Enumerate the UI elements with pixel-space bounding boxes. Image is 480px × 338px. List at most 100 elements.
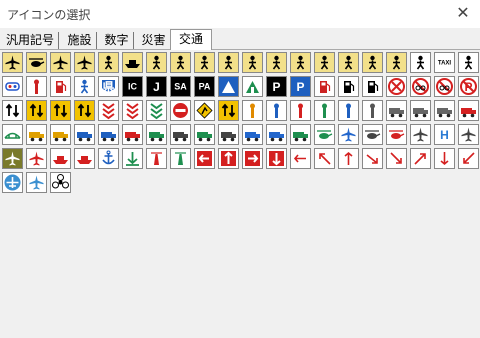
arrow-down-thin-icon[interactable] (434, 148, 455, 169)
rest-area-icon[interactable] (242, 76, 263, 97)
rescue-helicopter-icon[interactable] (386, 124, 407, 145)
wrecker-icon[interactable] (170, 124, 191, 145)
guide-pole-icon[interactable] (242, 100, 263, 121)
road-work-icon[interactable] (194, 100, 215, 121)
crossing-barrier-icon[interactable] (2, 100, 23, 121)
gas-station-icon[interactable] (50, 76, 71, 97)
lane-arrows-icon[interactable] (26, 100, 47, 121)
up-arrow-box-icon[interactable] (218, 148, 239, 169)
propeller-icon[interactable] (50, 172, 71, 193)
slope-sign-icon[interactable] (218, 100, 239, 121)
freight-truck-icon[interactable] (146, 124, 167, 145)
ship-sign-icon[interactable] (122, 52, 143, 73)
taxi-sign-icon[interactable] (242, 52, 263, 73)
zigzag-barrier-icon[interactable] (98, 100, 119, 121)
bus-sign-icon[interactable] (218, 52, 239, 73)
helipad-icon[interactable]: H (434, 124, 455, 145)
person-wheel-sign-icon[interactable] (266, 52, 287, 73)
airplane-sign-icon[interactable] (2, 52, 23, 73)
merge-lane-icon[interactable] (50, 100, 71, 121)
chevron-down-red-icon[interactable] (122, 100, 143, 121)
tow-truck-icon[interactable] (434, 100, 455, 121)
bus-side-icon[interactable] (290, 124, 311, 145)
sign-post-red-icon[interactable] (290, 100, 311, 121)
arrow-right-down-icon[interactable] (386, 148, 407, 169)
traffic-officer-icon[interactable] (338, 100, 359, 121)
down-arrow-box-icon[interactable] (266, 148, 287, 169)
ferry-icon[interactable] (74, 148, 95, 169)
parking-sign-icon[interactable]: P (266, 76, 287, 97)
pickup-icon[interactable] (242, 124, 263, 145)
ropeway-sign-icon[interactable] (170, 52, 191, 73)
vehicle-inspection-icon[interactable] (362, 76, 383, 97)
takeoff-sign-icon[interactable] (50, 52, 71, 73)
army-plane-icon[interactable] (2, 148, 23, 169)
buoy-icon[interactable] (146, 148, 167, 169)
boat-icon[interactable] (50, 148, 71, 169)
street-light-icon[interactable] (362, 100, 383, 121)
bicycle-sign-icon[interactable] (458, 52, 479, 73)
excavator-icon[interactable] (26, 124, 47, 145)
lighthouse-icon[interactable] (170, 148, 191, 169)
tab-traffic[interactable]: 交通 (170, 29, 212, 50)
left-arrow-box-icon[interactable] (194, 148, 215, 169)
train-sign-icon[interactable] (146, 52, 167, 73)
tab-facilities[interactable]: 施設 (63, 32, 97, 49)
dump-truck-icon[interactable] (386, 100, 407, 121)
traffic-light-icon[interactable] (26, 76, 47, 97)
sa-sign-icon[interactable]: SA (170, 76, 191, 97)
double-arrow-sign-icon[interactable] (74, 100, 95, 121)
bridge-icon[interactable] (2, 124, 23, 145)
route-marker-icon[interactable] (2, 76, 23, 97)
airplane-small-icon[interactable] (26, 172, 47, 193)
no-entry-x-icon[interactable] (386, 76, 407, 97)
airport-circle-icon[interactable] (2, 172, 23, 193)
no-parking-p-icon[interactable]: P (458, 76, 479, 97)
transfer-sign-icon[interactable] (98, 52, 119, 73)
no-bicycle-icon[interactable] (434, 76, 455, 97)
arrow-up-thin-icon[interactable] (338, 148, 359, 169)
sedan-icon[interactable] (218, 124, 239, 145)
parking-car-sign-icon[interactable]: P (290, 76, 311, 97)
tram-sign-icon[interactable] (194, 52, 215, 73)
plane-red-icon[interactable] (26, 148, 47, 169)
tab-general-symbols[interactable]: 汎用記号 (2, 32, 59, 49)
tab-disaster[interactable]: 災害 (137, 32, 170, 49)
taxi-text-sign-icon[interactable]: TAXI (434, 52, 455, 73)
patrol-car-icon[interactable] (98, 124, 119, 145)
landing-sign-icon[interactable] (74, 52, 95, 73)
runner-sign-icon[interactable] (338, 52, 359, 73)
cement-truck-icon[interactable] (194, 124, 215, 145)
right-arrow-box-icon[interactable] (242, 148, 263, 169)
person-walk-sign-icon[interactable] (314, 52, 335, 73)
arrow-down-left-icon[interactable] (458, 148, 479, 169)
prefectural-route-icon[interactable]: 県 (98, 76, 119, 97)
police-car-icon[interactable] (74, 124, 95, 145)
cyclist-sign-icon[interactable] (290, 52, 311, 73)
fire-truck-icon[interactable] (458, 100, 479, 121)
ambulance-icon[interactable] (266, 124, 287, 145)
close-icon[interactable]: ✕ (452, 2, 474, 24)
bus-stop-sign-icon[interactable] (410, 52, 431, 73)
arrow-down-right-icon[interactable] (362, 148, 383, 169)
jct-sign-icon[interactable]: J (146, 76, 167, 97)
no-parking-icon[interactable] (410, 76, 431, 97)
arrow-up-left-icon[interactable] (314, 148, 335, 169)
small-helicopter-icon[interactable] (314, 124, 335, 145)
anchor-icon[interactable] (98, 148, 119, 169)
national-route-shield-icon[interactable] (74, 76, 95, 97)
bus-front-sign-icon[interactable] (386, 52, 407, 73)
airliner-icon[interactable] (410, 124, 431, 145)
port-arrow-icon[interactable] (122, 148, 143, 169)
tanker-truck-icon[interactable] (410, 100, 431, 121)
toll-gate-icon[interactable] (218, 76, 239, 97)
do-not-enter-icon[interactable] (170, 100, 191, 121)
chevron-down-green-icon[interactable] (146, 100, 167, 121)
ic-sign-icon[interactable]: IC (122, 76, 143, 97)
cargo-plane-icon[interactable] (458, 124, 479, 145)
stroller-sign-icon[interactable] (362, 52, 383, 73)
sign-post-icon[interactable] (266, 100, 287, 121)
helicopter-sign-icon[interactable] (26, 52, 47, 73)
motorcycle-parking-icon[interactable] (314, 76, 335, 97)
signal-pole-icon[interactable] (314, 100, 335, 121)
